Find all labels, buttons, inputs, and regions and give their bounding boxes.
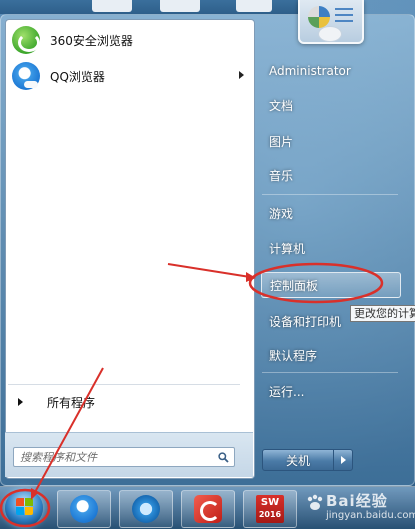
submenu-arrow-icon[interactable] [239, 71, 244, 79]
right-item-label: 设备和打印机 [269, 314, 342, 329]
foxit-reader-icon [194, 495, 222, 523]
user-picture-detail [335, 14, 353, 16]
qq-browser-icon [12, 62, 40, 90]
all-programs-label: 所有程序 [47, 395, 96, 410]
right-item-label: 运行... [269, 384, 305, 399]
right-item-control-panel[interactable]: 控制面板 [261, 272, 401, 298]
right-item-label: 图片 [269, 134, 294, 149]
solidworks-year: 2016 [258, 510, 282, 519]
windows-logo-icon [16, 498, 33, 515]
right-item-games[interactable]: 游戏 [261, 200, 401, 226]
baidu-watermark: Bai经验 jingyan.baidu.com [300, 488, 415, 526]
start-button[interactable] [5, 489, 43, 527]
program-item-360-browser[interactable]: 360安全浏览器 [8, 22, 250, 58]
background-window-tile [236, 0, 272, 12]
right-item-label: 控制面板 [270, 278, 319, 293]
right-item-documents[interactable]: 文档 [261, 92, 401, 118]
right-item-label: 默认程序 [269, 348, 318, 363]
paw-icon [307, 494, 323, 510]
taskbar-button-qq-browser[interactable] [57, 490, 111, 528]
program-item-label: 360安全浏览器 [50, 33, 133, 48]
right-item-label: Administrator [269, 64, 351, 78]
program-item-label: QQ浏览器 [50, 69, 105, 84]
search-input[interactable] [13, 447, 235, 467]
right-item-computer[interactable]: 计算机 [261, 235, 401, 261]
user-picture-detail [335, 8, 353, 10]
divider [262, 372, 398, 373]
search-icon[interactable] [218, 452, 229, 463]
divider [262, 194, 398, 195]
taskbar-button-foxit[interactable] [181, 490, 235, 528]
background-window-tile [160, 0, 200, 12]
right-item-label: 音乐 [269, 168, 294, 183]
taskbar-button-internet-explorer[interactable] [119, 490, 173, 528]
qq-browser-icon [70, 495, 98, 523]
solidworks-icon: SW 2016 [256, 495, 284, 523]
right-item-label: 游戏 [269, 206, 294, 221]
right-item-label: 文档 [269, 98, 294, 113]
taskbar-button-solidworks[interactable]: SW 2016 [243, 490, 297, 528]
right-item-default-programs[interactable]: 默认程序 [261, 342, 401, 368]
all-programs-item[interactable]: 所有程序 [8, 390, 248, 414]
user-picture-detail [318, 26, 342, 42]
shutdown-options-button[interactable] [333, 449, 353, 471]
control-panel-tooltip: 更改您的计算机 [350, 305, 415, 322]
background-window-tile [92, 0, 132, 12]
user-picture[interactable] [298, 0, 364, 44]
user-picture-detail [335, 20, 353, 22]
internet-explorer-icon [132, 495, 160, 523]
program-item-qq-browser[interactable]: QQ浏览器 [8, 58, 250, 94]
user-picture-image [308, 6, 330, 28]
background-window-strip [0, 0, 300, 14]
watermark-subtext: jingyan.baidu.com [326, 510, 415, 521]
right-item-pictures[interactable]: 图片 [261, 128, 401, 154]
watermark-text: Bai经验 [326, 492, 388, 510]
divider [8, 384, 240, 385]
shutdown-label: 关机 [285, 453, 310, 468]
expand-arrow-icon [18, 398, 23, 406]
right-item-administrator[interactable]: Administrator [261, 58, 401, 84]
right-item-label: 计算机 [269, 241, 306, 256]
360-browser-icon [12, 26, 40, 54]
right-item-run[interactable]: 运行... [261, 378, 401, 404]
right-item-music[interactable]: 音乐 [261, 162, 401, 188]
solidworks-label: SW [260, 497, 280, 508]
shutdown-button[interactable]: 关机 [262, 449, 334, 471]
